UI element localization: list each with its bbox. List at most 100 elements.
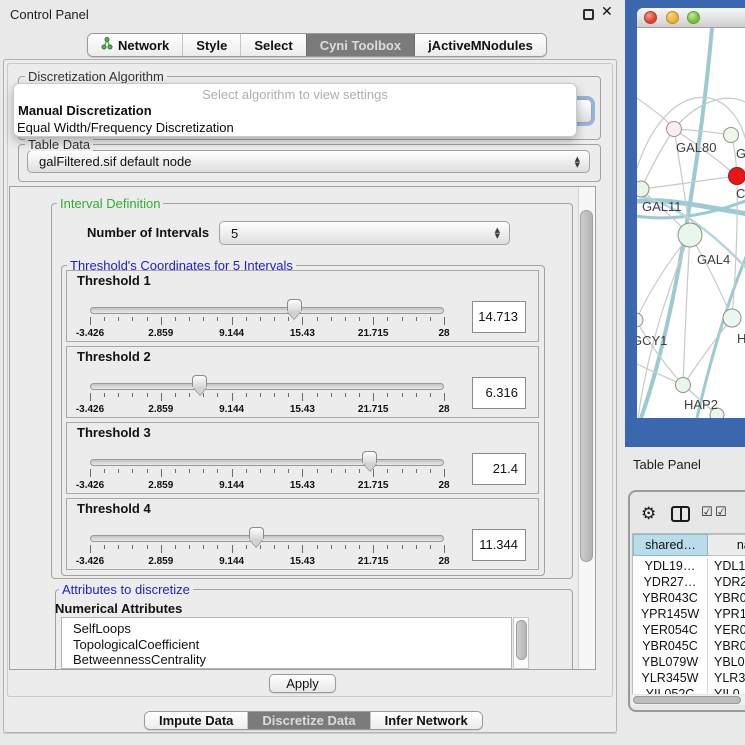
algorithm-dropdown-popup: Select algorithm to view settings Manual…	[13, 83, 577, 137]
threshold-label: Threshold 4	[77, 501, 151, 516]
slider-track[interactable]	[90, 307, 444, 314]
slider-tick-label: 9.144	[219, 328, 244, 339]
tab-cyni-toolbox[interactable]: Cyni Toolbox	[306, 34, 414, 56]
slider-track[interactable]	[90, 535, 444, 542]
tab-style[interactable]: Style	[182, 34, 240, 56]
number-of-intervals-combobox[interactable]: 5 ▲▼	[219, 221, 510, 245]
slider-handle-top	[362, 451, 377, 463]
attributes-list-scrollbar[interactable]	[513, 617, 529, 669]
float-window-icon[interactable]	[583, 9, 594, 20]
threshold-value-input[interactable]: 21.4	[472, 453, 526, 485]
slider-handle-top	[192, 375, 207, 387]
gear-icon[interactable]: ⚙	[641, 504, 656, 524]
slider-tick	[246, 317, 247, 321]
tab-impute-data[interactable]: Impute Data	[145, 712, 247, 729]
attribute-list-item[interactable]: SelfLoops	[62, 621, 511, 637]
network-node[interactable]	[676, 378, 691, 393]
slider-tick	[430, 469, 431, 473]
slider-tick	[317, 317, 318, 321]
table-row[interactable]: YBR043CYBR0	[633, 590, 745, 606]
tab-network[interactable]: Network	[88, 34, 182, 56]
settings-scrollbar-thumb[interactable]	[580, 210, 593, 562]
slider-tick	[232, 393, 233, 401]
network-node[interactable]	[678, 223, 702, 247]
slider-tick	[387, 317, 388, 321]
attributes-scrollbar-thumb[interactable]	[516, 620, 527, 660]
table-row[interactable]: YDL19…YDL1	[633, 558, 745, 574]
slider-tick	[175, 393, 176, 397]
algorithm-option-manual[interactable]: Manual Discretization	[18, 103, 152, 118]
checkbox-icon[interactable]: ☑	[701, 505, 713, 520]
tab-discretize-data[interactable]: Discretize Data	[247, 712, 369, 729]
threshold-value-input[interactable]: 11.344	[472, 529, 526, 561]
cell-shared-name: YIL052C	[633, 686, 708, 694]
slider-tick	[317, 469, 318, 473]
node-table[interactable]: shared… name YDL19…YDL1YDR27…YDR2YBR043C…	[632, 533, 745, 694]
apply-button[interactable]: Apply	[269, 674, 336, 693]
slider-tick	[232, 469, 233, 477]
numerical-attributes-list[interactable]: SelfLoopsTopologicalCoefficientBetweenne…	[61, 617, 512, 669]
slider-tick	[359, 393, 360, 397]
slider-handle[interactable]	[249, 527, 264, 547]
table-row[interactable]: YPR145WYPR1	[633, 606, 745, 622]
slider-tick-label: -3.426	[76, 328, 104, 339]
column-layout-icon[interactable]	[671, 506, 690, 522]
slider-handle[interactable]	[362, 451, 377, 471]
slider-tick-label: 21.715	[358, 328, 389, 339]
slider-tick	[132, 317, 133, 321]
tab-select[interactable]: Select	[240, 34, 305, 56]
column-header-shared-name[interactable]: shared…	[633, 534, 708, 556]
slider-tick	[232, 317, 233, 325]
network-node[interactable]	[729, 168, 745, 185]
network-node[interactable]	[667, 122, 682, 137]
slider-tick	[147, 317, 148, 321]
tab-infer-network[interactable]: Infer Network	[370, 712, 482, 729]
slider-handle[interactable]	[287, 299, 302, 319]
threshold-value-input[interactable]: 14.713	[472, 301, 526, 333]
slider-tick	[359, 545, 360, 549]
network-node[interactable]	[633, 181, 649, 197]
table-hscrollbar-thumb[interactable]	[633, 696, 741, 704]
slider-tick	[345, 545, 346, 549]
slider-tick	[260, 317, 261, 321]
close-icon[interactable]: ✕	[601, 4, 613, 20]
slider-tick	[90, 469, 91, 477]
table-row[interactable]: YLR345WYLR3	[633, 670, 745, 686]
threshold-panel: Threshold 3-3.4262.8599.14415.4321.71528…	[66, 422, 539, 494]
table-row[interactable]: YBR045CYBR0	[633, 638, 745, 654]
network-node-label: GCY1	[632, 333, 667, 348]
slider-tick	[132, 469, 133, 473]
network-graph[interactable]: GAL80GACGAL11GAL4GCY1HHAP2	[625, 0, 745, 447]
slider-tick	[118, 469, 119, 473]
slider-tick	[402, 393, 403, 397]
algorithm-option-equal-width[interactable]: Equal Width/Frequency Discretization	[17, 120, 234, 135]
network-node[interactable]	[724, 128, 739, 143]
slider-tick	[430, 545, 431, 549]
attribute-list-item[interactable]: TopologicalCoefficient	[62, 637, 511, 653]
network-node[interactable]	[723, 309, 741, 327]
slider-handle[interactable]	[192, 375, 207, 395]
table-row[interactable]: YER054CYER0	[633, 622, 745, 638]
network-edge	[641, 176, 737, 189]
slider-track[interactable]	[90, 459, 444, 466]
network-node[interactable]	[629, 313, 643, 327]
slider-tick	[331, 545, 332, 549]
slider-tick	[246, 469, 247, 473]
network-edge	[683, 235, 690, 385]
slider-tick	[246, 393, 247, 397]
slider-tick-label: 2.859	[148, 556, 173, 567]
attribute-list-item[interactable]: BetweennessCentrality	[62, 652, 511, 668]
threshold-value-input[interactable]: 6.316	[472, 377, 526, 409]
table-row[interactable]: YBL079WYBL0	[633, 654, 745, 670]
column-header-name[interactable]: name	[708, 534, 745, 556]
table-header-row[interactable]: shared… name	[633, 534, 745, 550]
slider-track[interactable]	[90, 383, 444, 390]
table-row[interactable]: YDR27…YDR2	[633, 574, 745, 590]
table-data-combobox[interactable]: galFiltered.sif default node ▲▼	[27, 150, 590, 173]
table-row[interactable]: YIL052CYIL0	[633, 686, 745, 694]
checkbox-icon[interactable]: ☑	[715, 505, 727, 520]
slider-tick	[402, 317, 403, 321]
algorithm-placeholder-item[interactable]: Select algorithm to view settings	[14, 87, 576, 102]
slider-tick	[387, 393, 388, 397]
tab-jactivemnodules[interactable]: jActiveMNodules	[414, 34, 546, 56]
